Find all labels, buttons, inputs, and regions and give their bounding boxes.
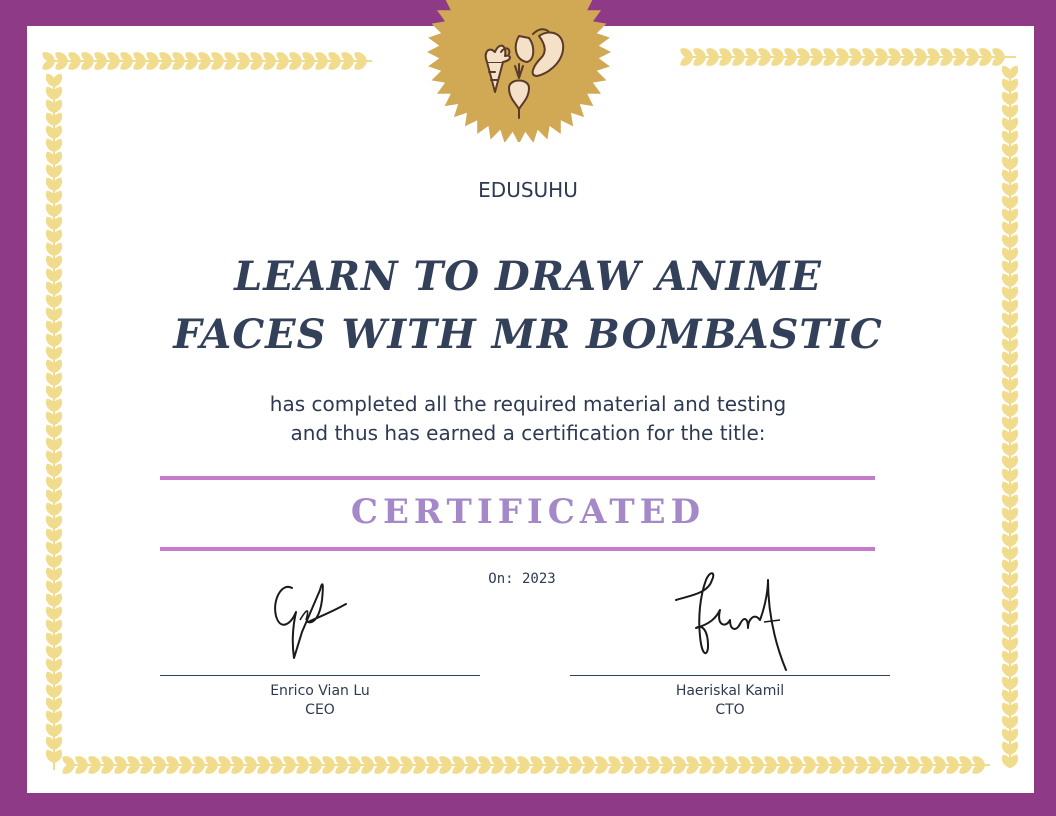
description-line-2: and thus has earned a certification for … (290, 421, 766, 445)
signatory-role-left: CEO (305, 702, 335, 718)
border-leaf (42, 59, 56, 70)
border-leaf (62, 763, 76, 774)
vegetables-seal-icon (427, 0, 611, 142)
signature-line-right (570, 675, 890, 676)
signatory-role-right: CTO (715, 702, 745, 718)
certificate-page: EDUSUHU LEARN TO DRAW ANIME FACES WITH M… (0, 0, 1056, 816)
signatory-name-left: Enrico Vian Lu (270, 683, 370, 699)
organization-name: EDUSUHU (478, 178, 578, 202)
description-line-1: has completed all the required material … (269, 392, 787, 416)
signatory-name-right: Haeriskal Kamil (675, 683, 785, 699)
border-leaf (52, 73, 63, 88)
completion-description: has completed all the required material … (228, 390, 828, 448)
award-date: On: 2023 (488, 571, 556, 587)
title-rule-top (160, 476, 875, 480)
title-rule-bottom (160, 547, 875, 551)
border-leaf (1008, 65, 1019, 80)
award-title: CERTIFICATED (350, 492, 706, 532)
signature-line-left (160, 675, 480, 676)
course-title: LEARN TO DRAW ANIME FACES WITH MR BOMBAS… (173, 253, 883, 358)
signature-left (274, 583, 347, 659)
signature-right (675, 572, 787, 671)
